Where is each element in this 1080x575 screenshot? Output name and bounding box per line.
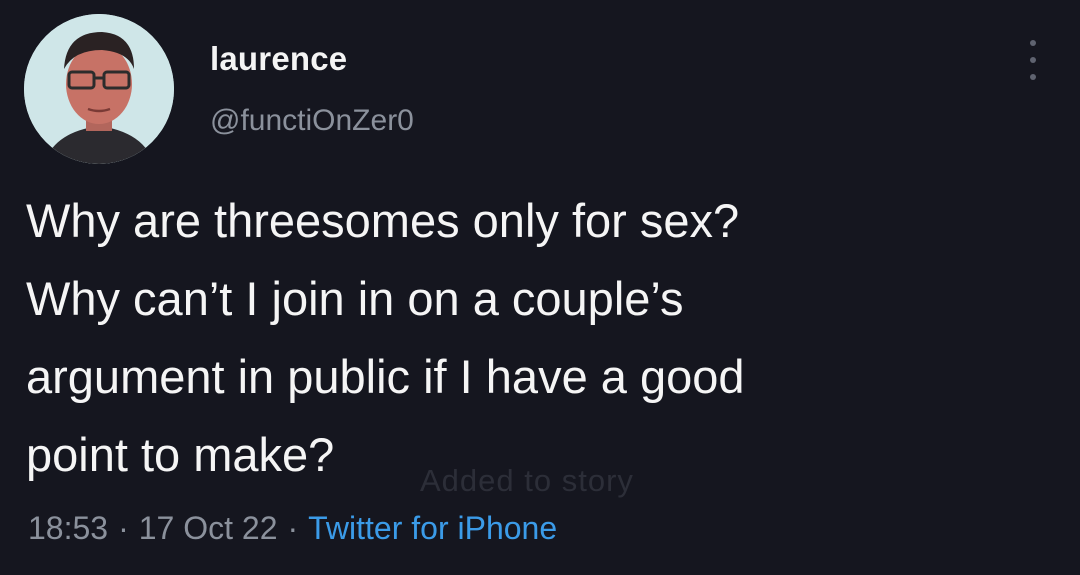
- separator: ·: [287, 510, 299, 546]
- dot-icon: [1030, 57, 1036, 63]
- more-options-icon[interactable]: [1026, 40, 1040, 80]
- tweet-source-link[interactable]: Twitter for iPhone: [308, 510, 557, 546]
- avatar[interactable]: [24, 14, 174, 164]
- tweet-time[interactable]: 18:53: [28, 510, 108, 546]
- tweet-card: laurence @functiOnZer0 Why are threesome…: [0, 0, 1080, 575]
- user-handle[interactable]: @functiOnZer0: [210, 104, 414, 138]
- dot-icon: [1030, 74, 1036, 80]
- tweet-text-line: Why can’t I join in on a couple’s: [26, 272, 684, 325]
- tweet-date[interactable]: 17 Oct 22: [139, 510, 278, 546]
- separator: ·: [118, 510, 129, 546]
- tweet-text-line: argument in public if I have a good: [26, 350, 745, 403]
- dot-icon: [1030, 40, 1036, 46]
- profile-photo-icon: [24, 14, 174, 164]
- tweet-metadata: 18:53 · 17 Oct 22 · Twitter for iPhone: [28, 510, 557, 547]
- tweet-text: Why are threesomes only for sex? Why can…: [26, 182, 1026, 494]
- tweet-text-line: Why are threesomes only for sex?: [26, 194, 740, 247]
- display-name[interactable]: laurence: [210, 40, 347, 78]
- added-to-story-watermark: Added to story: [420, 463, 634, 498]
